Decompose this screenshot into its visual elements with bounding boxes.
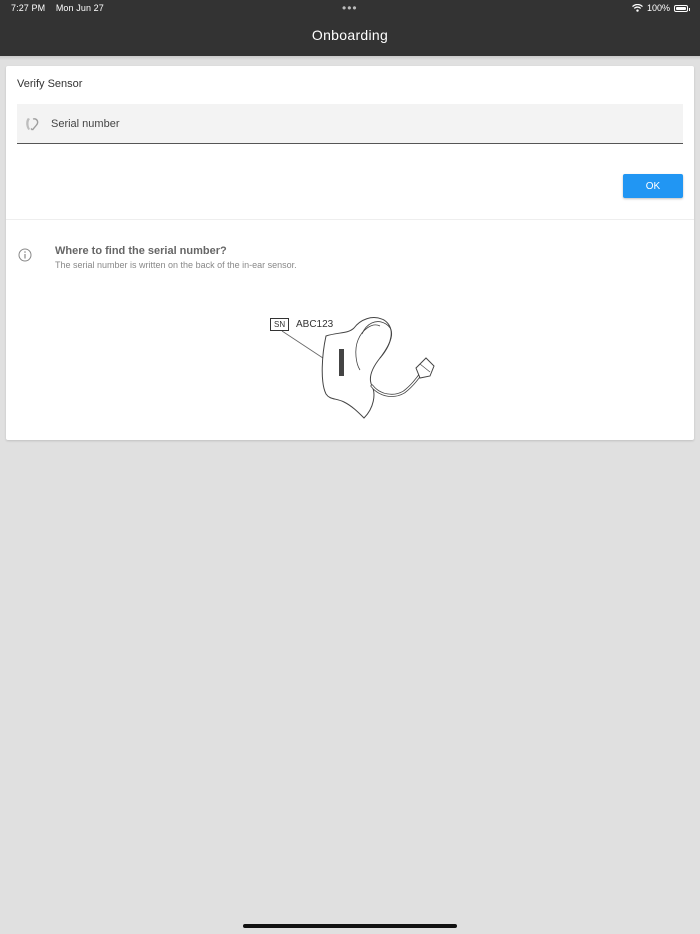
battery-icon: [674, 4, 690, 12]
info-text: The serial number is written on the back…: [55, 260, 297, 270]
battery-percent: 100%: [646, 3, 670, 13]
multitasking-dots[interactable]: •••: [342, 1, 358, 15]
ok-button[interactable]: OK: [623, 174, 683, 198]
verify-sensor-card: Verify Sensor OK Where to find the seria…: [6, 66, 694, 440]
status-bar-right: 100%: [632, 3, 690, 13]
top-bar: 7:27 PM Mon Jun 27 ••• 100% Onboarding: [0, 0, 700, 56]
battery-level-fill: [676, 6, 686, 10]
sn-value: ABC123: [296, 319, 334, 330]
sn-label: SN: [270, 318, 290, 331]
in-ear-sensor-illustration: [281, 317, 435, 419]
card-title: Verify Sensor: [17, 78, 83, 90]
wifi-icon: [632, 4, 643, 12]
home-indicator[interactable]: [243, 924, 457, 928]
section-divider: [6, 219, 694, 220]
top-bar-shadow: [0, 56, 700, 60]
serial-number-field[interactable]: [17, 104, 683, 144]
ear-sensor-icon: [26, 118, 39, 131]
status-bar-left: 7:27 PM Mon Jun 27: [11, 3, 104, 13]
page-title: Onboarding: [311, 27, 389, 43]
status-date: Mon Jun 27: [55, 3, 104, 13]
status-time: 7:27 PM: [11, 3, 46, 13]
info-icon: [18, 248, 32, 262]
info-title: Where to find the serial number?: [55, 245, 227, 257]
serial-number-input[interactable]: [49, 114, 653, 134]
